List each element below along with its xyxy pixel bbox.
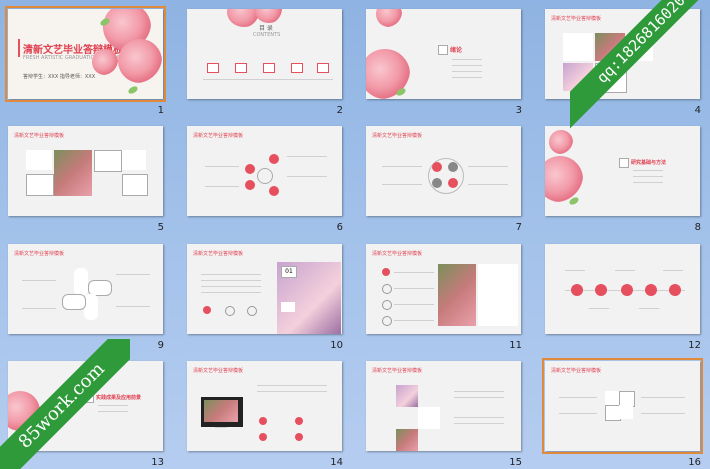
slide-thumbnail-2[interactable]: 目 录 CONTENTS 2 xyxy=(183,5,343,117)
slide-thumbnail-6[interactable]: 清新文艺毕业答辩模板 6 xyxy=(183,122,343,234)
slide-header: 清新文艺毕业答辩模板 xyxy=(372,368,423,374)
badge-02: 02 xyxy=(281,302,295,312)
watermark-qq-text: qq:1826816020 xyxy=(570,0,710,130)
slide-header: 清新文艺毕业答辩模板 xyxy=(14,133,65,139)
slide-number: 7 xyxy=(515,222,522,233)
slide-thumbnail-5[interactable]: 清新文艺毕业答辩模板 5 xyxy=(4,122,164,234)
slide-header: 清新文艺毕业答辩模板 xyxy=(193,251,244,257)
slide-header: 清新文艺毕业答辩模板 xyxy=(193,133,244,139)
slide-footer: 答辩学生：XXX 指导老师：XXX xyxy=(23,74,96,80)
slide-number: 10 xyxy=(330,340,343,351)
slide-thumbnail-12[interactable]: 12 xyxy=(541,240,701,352)
slide-number: 13 xyxy=(151,457,164,468)
slide-subtitle: CONTENTS xyxy=(253,32,281,38)
watermark-site-text: 85work.com xyxy=(0,339,130,469)
watermark-bottom-left: 85work.com xyxy=(0,339,130,469)
slide-number: 3 xyxy=(515,105,522,116)
slide-header: 清新文艺毕业答辩模板 xyxy=(372,133,423,139)
slide-number: 16 xyxy=(688,457,701,468)
slide-thumbnail-3[interactable]: 绪论 3 xyxy=(362,5,522,117)
slide-header: 清新文艺毕业答辩模板 xyxy=(14,251,65,257)
slide-number: 11 xyxy=(509,340,522,351)
slide-number: 15 xyxy=(509,457,522,468)
slide-thumbnail-14[interactable]: 清新文艺毕业答辩模板 14 xyxy=(183,357,343,469)
slide-thumbnail-15[interactable]: 清新文艺毕业答辩模板 15 xyxy=(362,357,522,469)
slide-number: 6 xyxy=(336,222,343,233)
slide-header: 清新文艺毕业答辩模板 xyxy=(193,368,244,374)
slide-number: 9 xyxy=(157,340,164,351)
slide-header: 清新文艺毕业答辩模板 xyxy=(372,251,423,257)
slide-thumbnail-7[interactable]: 清新文艺毕业答辩模板 7 xyxy=(362,122,522,234)
slide-thumbnail-11[interactable]: 清新文艺毕业答辩模板 11 xyxy=(362,240,522,352)
slide-number: 5 xyxy=(157,222,164,233)
slide-title: 目 录 xyxy=(259,25,273,32)
slide-thumbnail-10[interactable]: 清新文艺毕业答辩模板 01 02 10 xyxy=(183,240,343,352)
slide-number: 8 xyxy=(694,222,701,233)
slide-number: 14 xyxy=(330,457,343,468)
slide-thumbnail-16[interactable]: 清新文艺毕业答辩模板 16 xyxy=(541,357,703,469)
badge-01: 01 xyxy=(281,266,297,278)
watermark-top-right: qq:1826816020 xyxy=(570,0,710,140)
slide-thumbnail-1[interactable]: 清新文艺毕业答辩模板 FRESH ARTISTIC GRADUATION TEM… xyxy=(4,5,166,117)
slide-thumbnail-9[interactable]: 清新文艺毕业答辩模板 9 xyxy=(4,240,164,352)
slide-number: 12 xyxy=(688,340,701,351)
slide-number: 1 xyxy=(157,105,164,116)
slide-number: 2 xyxy=(336,105,343,116)
slide-title: 绪论 xyxy=(450,47,463,54)
slide-title: 研究基础与方法 xyxy=(631,160,667,166)
slide-header: 清新文艺毕业答辩模板 xyxy=(551,368,602,374)
